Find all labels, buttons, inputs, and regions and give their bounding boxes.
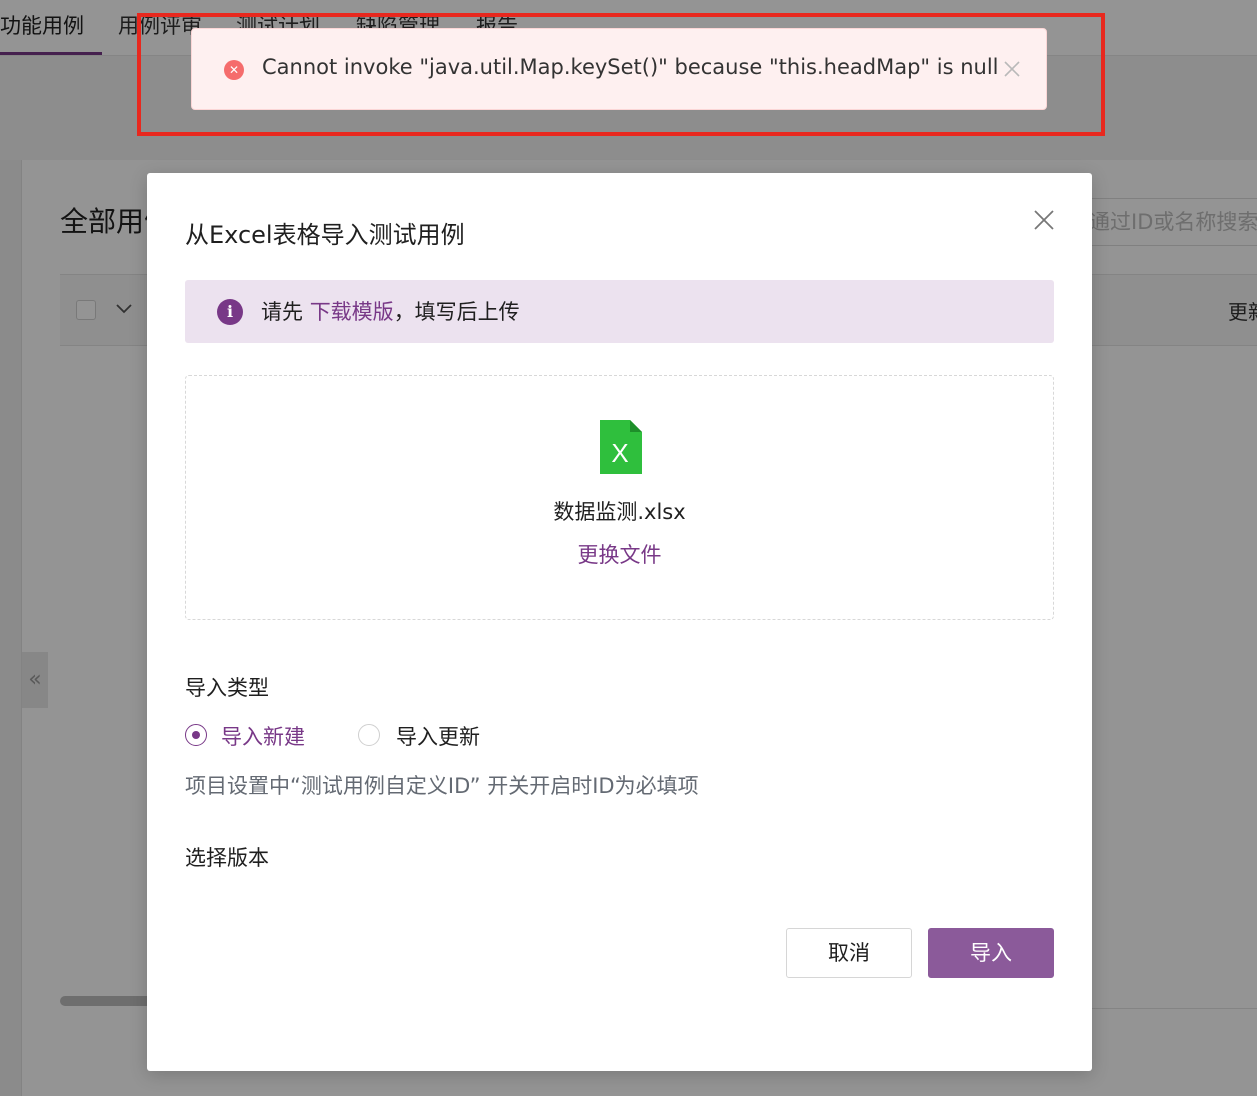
radio-import-new[interactable] [185, 724, 207, 746]
highlight-annotation-box [137, 13, 1105, 136]
uploaded-file-name: 数据监测.xlsx [553, 500, 686, 524]
radio-import-update-label[interactable]: 导入更新 [396, 721, 480, 751]
info-text: 请先 下载模版，填写后上传 [261, 296, 520, 326]
cancel-button[interactable]: 取消 [786, 928, 912, 978]
info-prefix: 请先 [261, 300, 303, 324]
import-dialog: 从Excel表格导入测试用例 i 请先 下载模版，填写后上传 X 数据监测.xl… [147, 173, 1092, 1071]
radio-import-update[interactable] [358, 724, 380, 746]
file-icon-letter: X [611, 438, 628, 468]
info-icon: i [217, 299, 243, 325]
info-suffix: ，填写后上传 [393, 300, 520, 324]
info-alert: i 请先 下载模版，填写后上传 [185, 280, 1054, 343]
custom-id-hint: 项目设置中“测试用例自定义ID” 开关开启时ID为必填项 [185, 774, 699, 798]
select-version-label: 选择版本 [185, 846, 269, 870]
dialog-title: 从Excel表格导入测试用例 [185, 221, 465, 249]
excel-file-icon: X [600, 420, 642, 474]
replace-file-link[interactable]: 更换文件 [186, 539, 1053, 569]
radio-import-new-label[interactable]: 导入新建 [221, 721, 305, 751]
upload-dropzone[interactable]: X 数据监测.xlsx 更换文件 [185, 375, 1054, 620]
import-type-label: 导入类型 [185, 676, 269, 700]
import-button[interactable]: 导入 [928, 928, 1054, 978]
close-icon[interactable] [1031, 207, 1057, 233]
download-template-link[interactable]: 下载模版 [310, 300, 394, 324]
